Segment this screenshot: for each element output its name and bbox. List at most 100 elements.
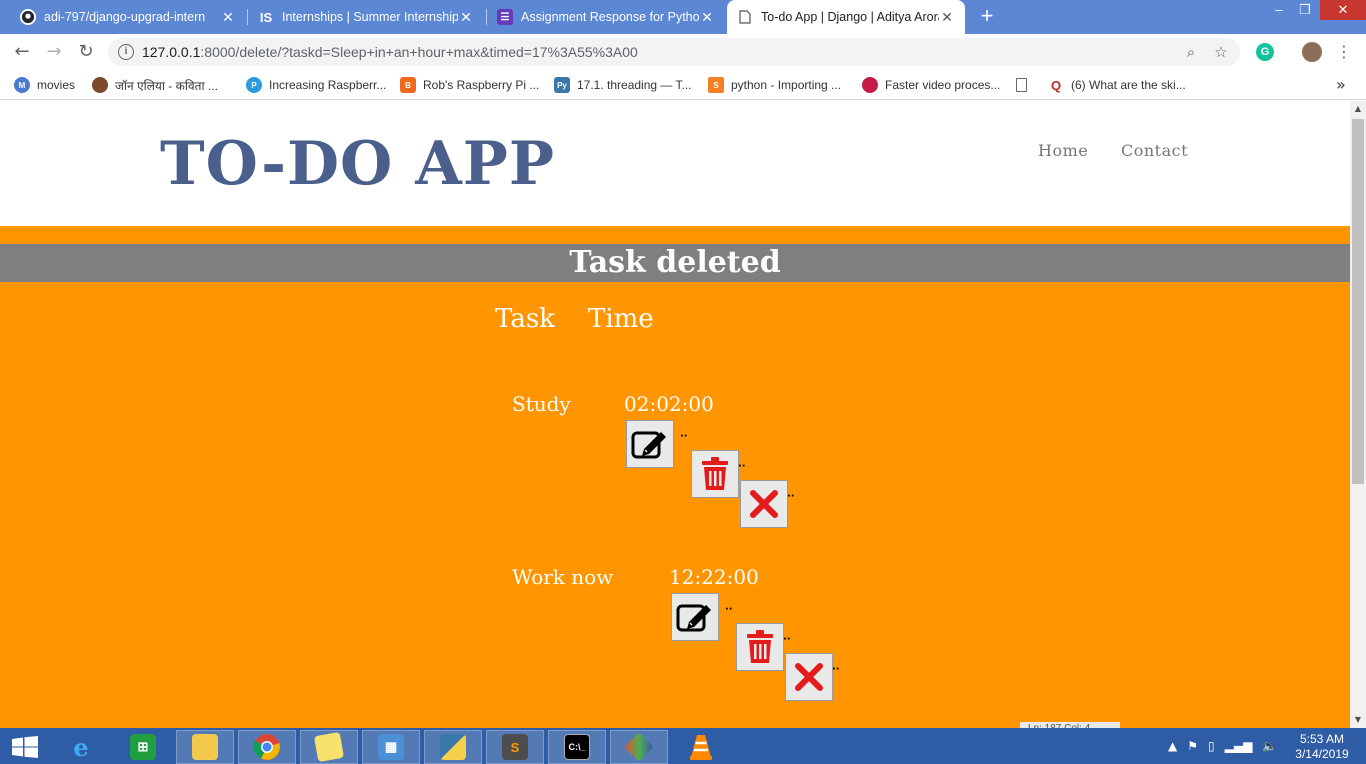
forms-icon: ☰ [497, 9, 513, 25]
nav-contact[interactable]: Contact [1121, 141, 1188, 160]
volume-icon[interactable]: 🔈 [1262, 739, 1277, 753]
quora-icon: Q [1050, 77, 1062, 93]
taskbar-store[interactable]: ⊞ [114, 730, 172, 764]
web-page: TO-DO APP Home Contact Task deleted Task… [0, 101, 1350, 728]
taskbar-ie[interactable]: e [52, 730, 110, 764]
rekhta-icon [92, 77, 108, 93]
python-icon: Py [554, 77, 570, 93]
tab-github[interactable]: adi-797/django-upgrad-intern ✕ [10, 0, 246, 34]
tab-internshala[interactable]: IS Internships | Summer Internship ✕ [248, 0, 484, 34]
zoom-icon[interactable]: ⌕ [1182, 43, 1200, 61]
clock-date: 3/14/2019 [1295, 747, 1349, 761]
bookmark-document[interactable] [1016, 70, 1034, 100]
taskbar-vlc[interactable] [672, 730, 730, 764]
network-icon[interactable]: ▂▄▆ [1225, 739, 1253, 753]
vertical-scrollbar[interactable]: ▲ ▼ [1350, 101, 1366, 728]
close-icon[interactable]: ✕ [699, 9, 715, 26]
complete-button[interactable] [740, 480, 788, 528]
back-button[interactable]: ← [10, 40, 34, 64]
url-path: :8000/delete/?taskd=Sleep+in+an+hour+max… [200, 44, 638, 60]
taskbar-explorer[interactable] [176, 730, 234, 764]
edit-icon [631, 431, 666, 459]
bookmark-label: (6) What are the ski... [1071, 78, 1186, 92]
tab-forms[interactable]: ☰ Assignment Response for Python ✕ [487, 0, 725, 34]
reload-button[interactable]: ↻ [74, 40, 98, 64]
taskbar-cmd[interactable]: C:\_ [548, 730, 606, 764]
trash-icon [747, 630, 773, 663]
bookmark-video[interactable]: Faster video proces... [862, 70, 1000, 100]
taskbar-control-panel[interactable]: ▦ [362, 730, 420, 764]
info-icon[interactable]: i [118, 44, 134, 60]
bookmark-quora[interactable]: Q (6) What are the ski... [1048, 70, 1186, 100]
taskbar-sublime[interactable]: S [486, 730, 544, 764]
minimize-button[interactable]: – [1266, 0, 1292, 20]
main-content: Task deleted Task Time Study 02:02:00 ·· [0, 226, 1350, 728]
tab-todo-active[interactable]: To-do App | Django | Aditya Arora ✕ [727, 0, 965, 34]
address-bar[interactable]: i 127.0.0.1:8000/delete/?taskd=Sleep+in+… [108, 38, 1240, 66]
avatar[interactable] [1302, 42, 1322, 62]
file-explorer-icon [192, 734, 218, 760]
close-icon[interactable]: ✕ [458, 9, 474, 26]
cmd-icon: C:\_ [564, 734, 590, 760]
clock[interactable]: 5:53 AM 3/14/2019 [1292, 732, 1352, 762]
taskbar-python[interactable] [424, 730, 482, 764]
taskbar-git[interactable] [610, 730, 668, 764]
close-icon[interactable]: ✕ [220, 9, 236, 26]
bookmark-label: python - Importing ... [731, 78, 842, 92]
nav-home[interactable]: Home [1038, 141, 1088, 160]
url-text[interactable]: 127.0.0.1:8000/delete/?taskd=Sleep+in+an… [142, 38, 638, 66]
tab-title: adi-797/django-upgrad-intern [44, 10, 206, 24]
browser-toolbar: ← → ↻ i 127.0.0.1:8000/delete/?taskd=Sle… [0, 34, 1366, 70]
new-tab-button[interactable]: + [976, 5, 998, 27]
star-icon[interactable]: ☆ [1212, 43, 1230, 61]
column-header-task: Task [495, 304, 555, 334]
url-host: 127.0.0.1 [142, 44, 201, 60]
edit-button[interactable] [626, 420, 674, 468]
page-icon [737, 9, 753, 25]
bookmark-threading[interactable]: Py 17.1. threading — T... [554, 70, 692, 100]
flag-icon[interactable]: ⚑ [1187, 739, 1198, 753]
bookmark-label: 17.1. threading — T... [577, 78, 692, 92]
complete-button[interactable] [785, 653, 833, 701]
site-title[interactable]: TO-DO APP [160, 129, 555, 199]
delete-button[interactable] [691, 450, 739, 498]
bookmark-label: जॉन एलिया - कविता ... [115, 78, 218, 93]
chevron-right-icon[interactable]: » [1336, 75, 1346, 94]
bookmark-label: Increasing Raspberr... [269, 78, 387, 92]
chevron-up-icon[interactable]: ▲ [1168, 739, 1177, 753]
system-tray: ▲ ⚑ ▯ ▂▄▆ 🔈 [1168, 728, 1277, 764]
menu-icon[interactable]: ⋮ [1336, 42, 1352, 62]
p-icon: P [246, 77, 262, 93]
clock-time: 5:53 AM [1299, 732, 1345, 746]
delete-button[interactable] [736, 623, 784, 671]
task-name: Study [512, 392, 571, 416]
document-icon [1016, 78, 1027, 92]
forward-button[interactable]: → [42, 40, 66, 64]
taskbar-chrome[interactable] [238, 730, 296, 764]
python-icon [440, 734, 466, 760]
window-close-button[interactable]: ✕ [1320, 0, 1366, 20]
close-icon[interactable]: ✕ [939, 9, 955, 26]
bookmark-stackoverflow[interactable]: S python - Importing ... [708, 70, 841, 100]
edit-button[interactable] [671, 593, 719, 641]
separator-dots: ·· [783, 634, 791, 645]
separator-dots: ·· [832, 664, 840, 675]
git-icon [624, 732, 654, 762]
site-header: TO-DO APP Home Contact [0, 101, 1350, 226]
start-icon[interactable] [12, 736, 38, 758]
usb-icon[interactable]: ▯ [1208, 739, 1215, 753]
restore-button[interactable]: ❐ [1292, 0, 1318, 20]
taskbar-sticky-notes[interactable] [300, 730, 358, 764]
tab-title: Assignment Response for Python [521, 10, 699, 24]
bookmark-movies[interactable]: M movies [14, 70, 75, 100]
scrollbar-thumb[interactable] [1352, 119, 1364, 484]
bookmark-rekhta[interactable]: जॉन एलिया - कविता ... [92, 70, 218, 100]
bookmarks-bar: M movies जॉन एलिया - कविता ... P Increas… [0, 70, 1366, 100]
bookmark-raspberry-1[interactable]: P Increasing Raspberr... [246, 70, 386, 100]
task-time: 02:02:00 [624, 392, 714, 416]
scroll-up-icon[interactable]: ▲ [1350, 101, 1366, 117]
bookmark-robs-pi[interactable]: B Rob's Raspberry Pi ... [400, 70, 539, 100]
grammarly-icon[interactable]: G [1256, 43, 1274, 61]
trash-icon [702, 457, 728, 490]
scroll-down-icon[interactable]: ▼ [1350, 712, 1366, 728]
